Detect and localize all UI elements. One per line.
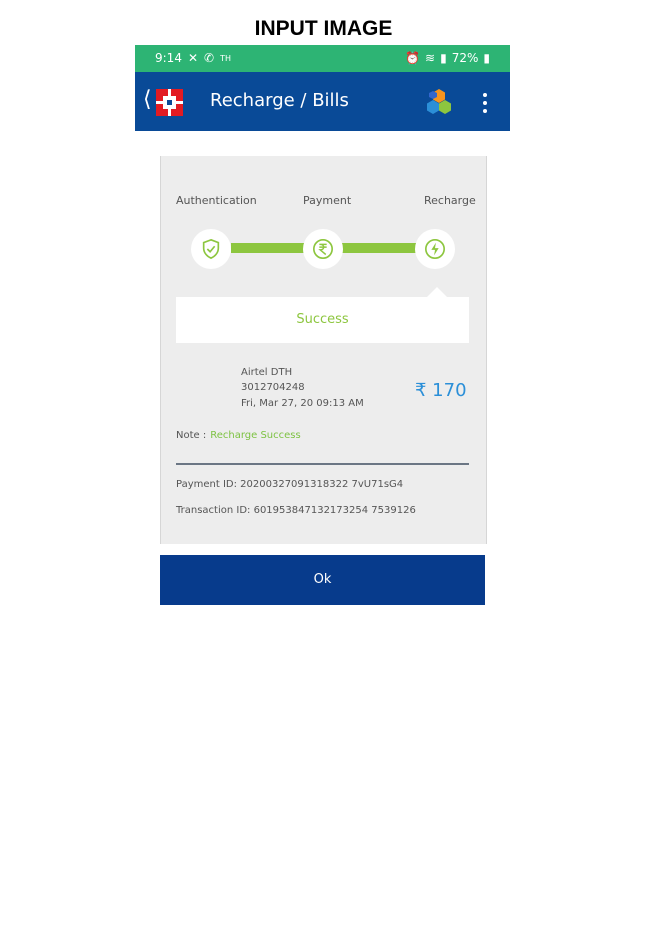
step-label-recharge: Recharge bbox=[424, 194, 476, 207]
success-message: Success bbox=[176, 297, 469, 343]
step-authentication bbox=[191, 229, 231, 269]
notification-icon: ✕ bbox=[187, 51, 199, 65]
status-time: 9:14 bbox=[155, 51, 182, 65]
phone-screen: 9:14 ✕ ✆ TH ⏰ ≋ ▮ 72% ▮ ⟨ Recharge / Bil… bbox=[135, 45, 510, 131]
caption: INPUT IMAGE bbox=[254, 17, 393, 40]
step-payment bbox=[303, 229, 343, 269]
more-vertical-icon[interactable] bbox=[482, 93, 488, 117]
note-value: Recharge Success bbox=[210, 430, 301, 441]
battery-percent: 72% bbox=[451, 51, 479, 65]
page-title: Recharge / Bills bbox=[210, 90, 349, 111]
biller-name: Airtel DTH bbox=[241, 367, 293, 378]
note-label: Note : bbox=[176, 430, 207, 441]
account-number: 3012704248 bbox=[241, 382, 305, 393]
transaction-datetime: Fri, Mar 27, 20 09:13 AM bbox=[241, 398, 364, 409]
amount: ₹ 170 bbox=[415, 380, 467, 401]
phone-icon: ✆ bbox=[204, 51, 215, 65]
wifi-icon: ≋ bbox=[425, 51, 436, 65]
chevron-left-icon[interactable]: ⟨ bbox=[143, 89, 152, 111]
success-pointer bbox=[427, 287, 447, 297]
alarm-icon: ⏰ bbox=[405, 51, 421, 65]
status-extra: TH bbox=[220, 53, 231, 63]
transaction-id: Transaction ID: 601953847132173254 75391… bbox=[176, 505, 416, 516]
note: Note : Recharge Success bbox=[176, 430, 301, 441]
shield-check-icon bbox=[202, 238, 220, 260]
step-recharge bbox=[415, 229, 455, 269]
hexagon-cluster-icon[interactable] bbox=[424, 88, 454, 118]
signal-icon: ▮ bbox=[440, 51, 447, 65]
payment-id: Payment ID: 20200327091318322 7vU71sG4 bbox=[176, 479, 404, 490]
rupee-icon bbox=[313, 239, 333, 259]
battery-icon: ▮ bbox=[483, 51, 490, 65]
step-label-payment: Payment bbox=[303, 194, 352, 207]
lightning-icon bbox=[425, 239, 445, 259]
hdfc-logo bbox=[156, 89, 183, 116]
app-bar: ⟨ Recharge / Bills bbox=[135, 72, 510, 131]
step-label-authentication: Authentication bbox=[176, 194, 257, 207]
ok-button[interactable]: Ok bbox=[160, 555, 485, 605]
divider bbox=[176, 463, 469, 465]
status-bar: 9:14 ✕ ✆ TH ⏰ ≋ ▮ 72% ▮ bbox=[135, 45, 510, 72]
receipt-card: Authentication Payment Recharge Success … bbox=[160, 156, 487, 544]
